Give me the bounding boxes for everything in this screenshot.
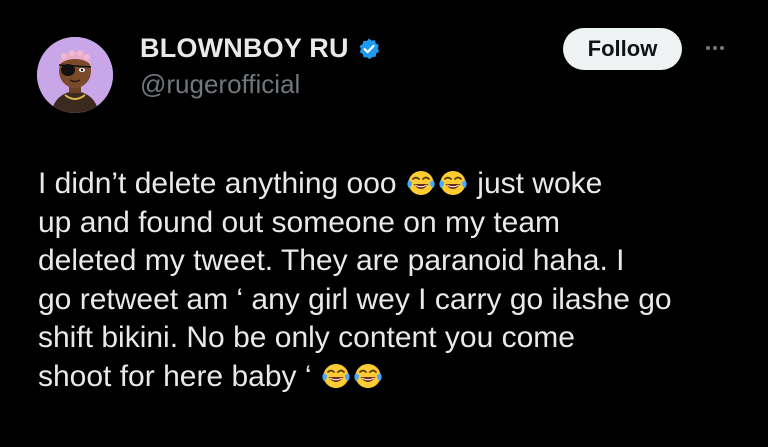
more-horizontal-icon [706, 46, 710, 50]
author-display-name[interactable]: BLOWNBOY RU [140, 33, 349, 64]
verified-badge-icon [357, 37, 381, 61]
more-options-button[interactable] [700, 32, 730, 64]
author-handle[interactable]: @rugerofficial [140, 69, 300, 100]
follow-button[interactable]: Follow [563, 28, 682, 70]
avatar[interactable] [37, 37, 113, 113]
face-with-tears-of-joy-icon [406, 169, 436, 197]
face-with-tears-of-joy-icon [353, 362, 383, 390]
more-horizontal-icon-dot [713, 46, 717, 50]
more-horizontal-icon-dot [720, 46, 724, 50]
tweet-line: I didn’t delete anything ooo just woke [38, 165, 753, 204]
tweet-line: go retweet am ‘ any girl wey I carry go … [38, 282, 672, 316]
author-name-row: BLOWNBOY RU [140, 33, 381, 64]
tweet-text-segment: I didn’t delete anything ooo [38, 167, 405, 200]
tweet-line: deleted my tweet. They are paranoid haha… [38, 244, 625, 277]
tweet-line: shift bikini. No be only content you com… [38, 321, 575, 354]
face-with-tears-of-joy-icon [321, 362, 351, 390]
tweet-card: BLOWNBOY RU @rugerofficial Follow I didn… [0, 0, 768, 447]
tweet-text: I didn’t delete anything ooo just woke u… [38, 165, 753, 396]
tweet-text-segment: just woke [468, 167, 603, 200]
tweet-line: shoot for here baby ‘ [38, 358, 753, 397]
avatar-illustration-icon [37, 37, 113, 113]
tweet-text-segment: shoot for here baby ‘ [38, 359, 320, 393]
tweet-line: up and found out someone on my team [38, 205, 561, 239]
face-with-tears-of-joy-icon [438, 169, 468, 197]
